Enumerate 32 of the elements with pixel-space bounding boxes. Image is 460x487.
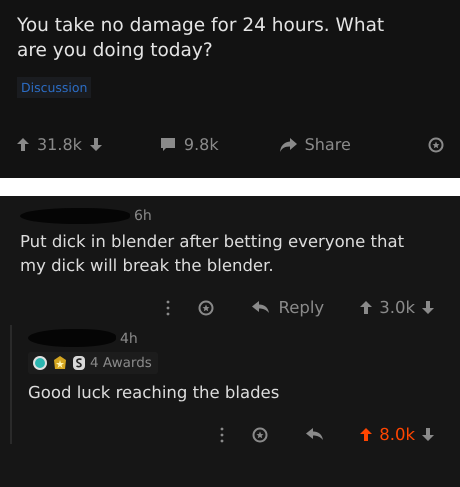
gem-award-icon [32, 355, 48, 371]
timestamp: 6h [134, 208, 152, 224]
comment-icon [160, 137, 176, 152]
flair-tag[interactable]: Discussion [17, 77, 92, 98]
downvote-icon[interactable] [422, 301, 434, 314]
medal-award-icon [52, 355, 68, 371]
comment-text: Good luck reaching the blades [28, 382, 280, 404]
score: 31.8k [37, 135, 82, 154]
score: 8.0k [379, 425, 415, 444]
coin-award-icon [72, 355, 86, 371]
upvote-icon[interactable] [17, 138, 29, 151]
reply-button[interactable]: Reply [252, 298, 324, 317]
comment-text: Put dick in blender after betting everyone that my dick will break the blender. [20, 231, 406, 277]
upvote-icon[interactable] [360, 428, 372, 441]
reply-icon [252, 301, 270, 314]
share-icon [278, 138, 297, 152]
comments-button[interactable]: 9.8k [160, 135, 219, 154]
more-icon[interactable] [166, 300, 170, 316]
award-icon[interactable] [198, 300, 214, 316]
downvote-icon[interactable] [90, 138, 102, 151]
award-icon[interactable] [252, 426, 268, 442]
award-icon[interactable] [428, 136, 444, 152]
more-icon[interactable] [220, 426, 224, 442]
awards-count: 4 Awards [90, 355, 152, 371]
upvote-icon[interactable] [360, 301, 372, 314]
awards-bar[interactable]: 4 Awards [28, 352, 158, 374]
timestamp: 4h [120, 331, 138, 347]
share-button[interactable]: Share [278, 135, 351, 154]
score: 3.0k [379, 298, 415, 317]
post-title: You take no damage for 24 hours. What are you doing today? [17, 14, 386, 63]
downvote-icon[interactable] [422, 428, 434, 441]
reply-icon[interactable] [306, 428, 324, 441]
